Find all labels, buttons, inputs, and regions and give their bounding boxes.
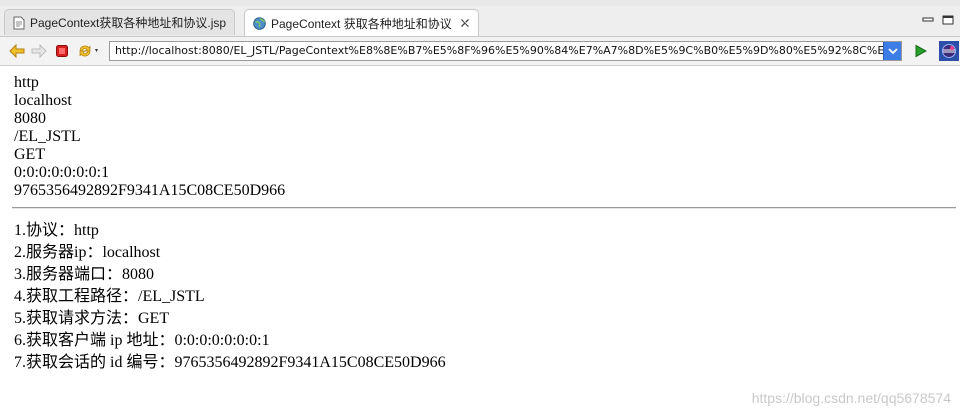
jsp-file-icon [13, 16, 25, 30]
raw-method: GET [14, 146, 46, 163]
raw-values-list: http localhost 8080 /EL_JSTL GET 0:0:0:0… [14, 74, 956, 200]
stop-icon[interactable] [53, 42, 71, 60]
eclipse-icon[interactable] [938, 41, 960, 61]
minimize-icon[interactable] [920, 12, 936, 28]
tab-browser-page[interactable]: PageContext 获取各种地址和协议 [244, 9, 479, 36]
chevron-down-icon[interactable] [883, 42, 901, 60]
raw-server-name: localhost [14, 92, 72, 109]
page-content: http localhost 8080 /EL_JSTL GET 0:0:0:0… [12, 74, 956, 374]
go-icon[interactable] [911, 42, 929, 60]
address-url: http://localhost:8080/EL_JSTL/PageContex… [115, 44, 902, 57]
watermark: https://blog.csdn.net/qq5678574 [751, 390, 951, 406]
editor-tab-bar: PageContext获取各种地址和协议.jsp PageContext 获取各… [0, 6, 960, 37]
maximize-icon[interactable] [940, 12, 956, 28]
close-icon[interactable] [460, 18, 470, 28]
labeled-values-list: 1.协议：http 2.服务器ip：localhost 3.服务器端口：8080… [14, 220, 956, 374]
raw-protocol: http [14, 74, 39, 91]
address-bar[interactable]: http://localhost:8080/EL_JSTL/PageContex… [109, 41, 902, 61]
tab-jsp-file[interactable]: PageContext获取各种地址和协议.jsp [4, 9, 236, 35]
tab-label: PageContext获取各种地址和协议.jsp [30, 16, 227, 30]
raw-remote-host: 0:0:0:0:0:0:0:1 [14, 164, 110, 181]
tab-label: PageContext 获取各种地址和协议 [271, 16, 452, 31]
line-client-ip: 6.获取客户端 ip 地址：0:0:0:0:0:0:0:1 [14, 332, 270, 349]
line-context-path: 4.获取工程路径：/EL_JSTL [14, 288, 205, 305]
browser-toolbar: http://localhost:8080/EL_JSTL/PageContex… [0, 37, 960, 66]
line-server-port: 3.服务器端口：8080 [14, 266, 155, 283]
forward-icon[interactable] [30, 42, 48, 60]
raw-context-path: /EL_JSTL [14, 128, 81, 145]
line-request-method: 5.获取请求方法：GET [14, 310, 170, 327]
raw-server-port: 8080 [14, 110, 46, 127]
globe-icon [253, 16, 266, 30]
line-session-id: 7.获取会话的 id 编号：9765356492892F9341A15C08CE… [14, 354, 446, 371]
line-server-ip: 2.服务器ip：localhost [14, 244, 161, 261]
refresh-icon[interactable] [76, 42, 102, 60]
line-protocol: 1.协议：http [14, 222, 99, 239]
raw-session-id: 9765356492892F9341A15C08CE50D966 [14, 182, 286, 199]
horizontal-rule [12, 207, 956, 209]
back-icon[interactable] [8, 42, 26, 60]
